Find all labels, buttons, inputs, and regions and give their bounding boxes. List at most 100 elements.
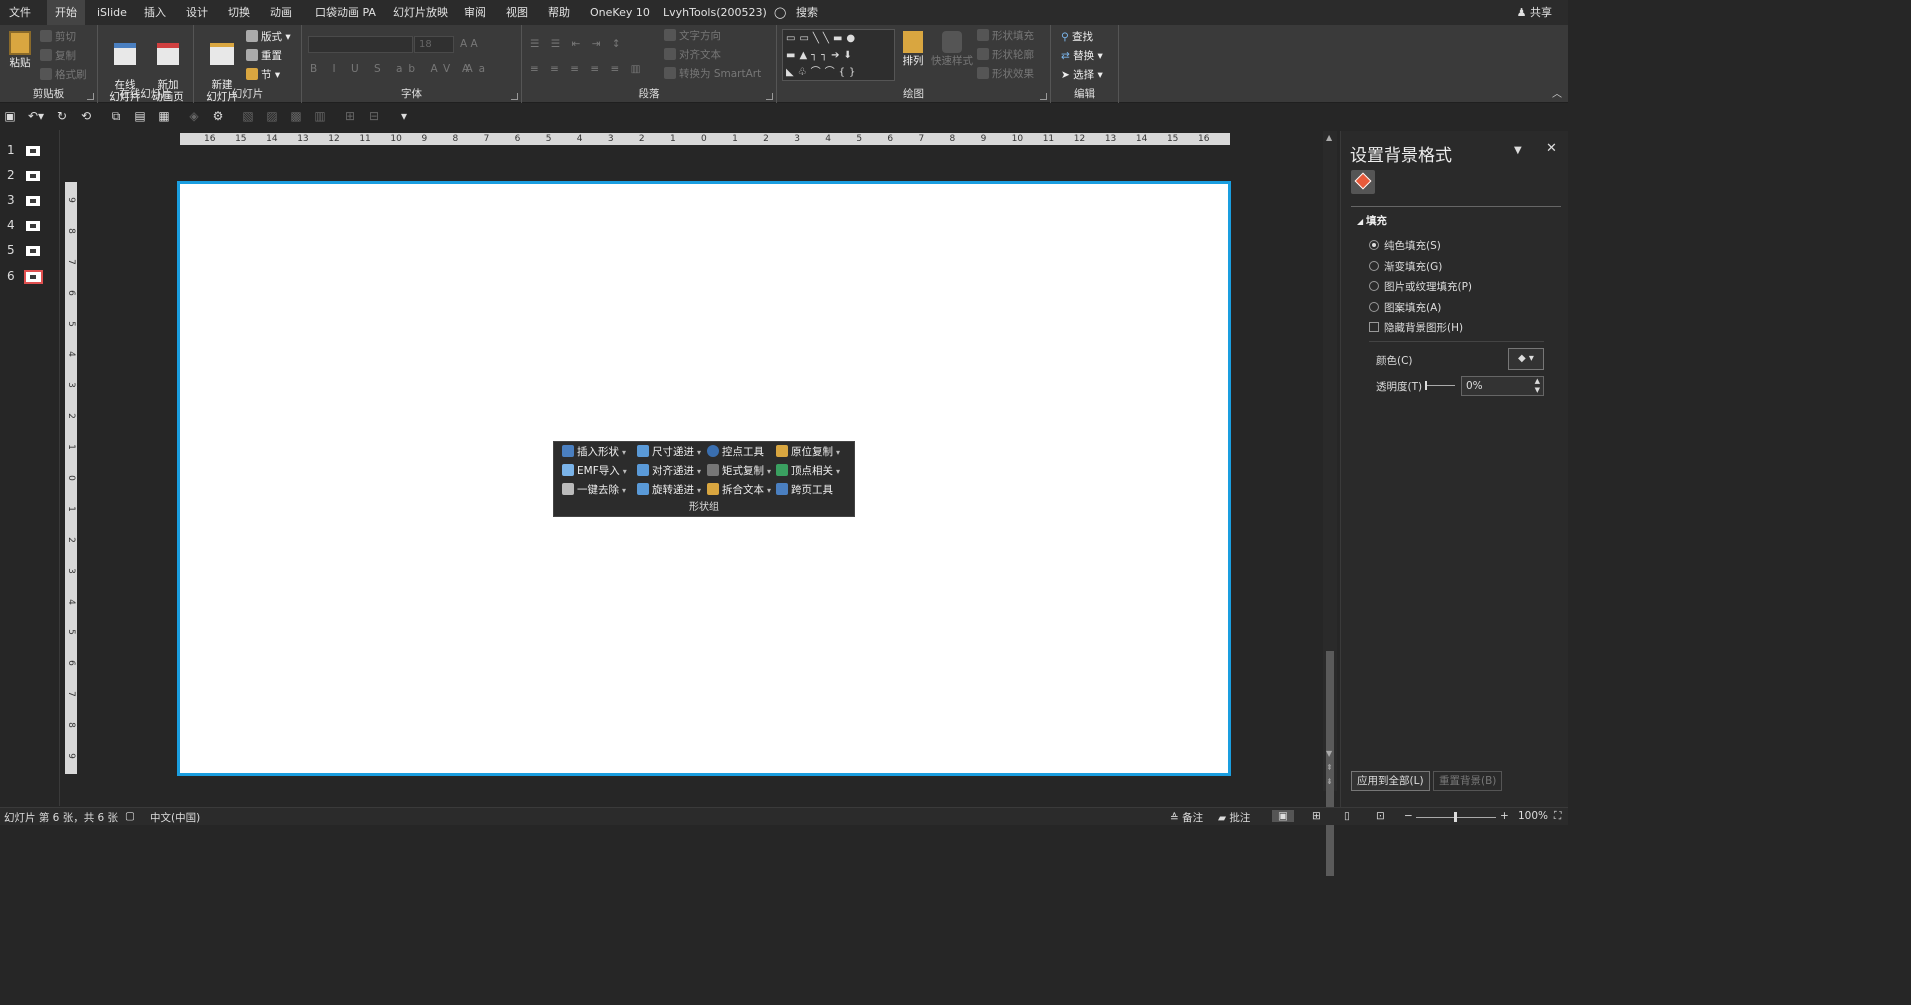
shape-outline-button[interactable]: 形状轮廓 [977,47,1034,63]
smartart-button[interactable]: 转换为 SmartArt [664,66,761,82]
align-buttons[interactable]: ≡ ≡ ≡ ≡ ≡ ▥ [530,61,645,77]
pattern-fill-option[interactable]: 图案填充(A) [1369,300,1441,315]
pattern-fill-radio[interactable] [1369,302,1379,312]
thumbnail-1[interactable]: 1 [0,140,58,162]
shapes-gallery[interactable]: ▭▭╲╲▬● ▬▲┐┐➔⬇ ◣♧⌒⌒{} [782,29,895,81]
textbox-icon[interactable]: ▤ [132,108,148,124]
emf-import-button[interactable]: EMF导入 ▾ [562,463,627,480]
ungroup-icon[interactable]: ⊟ [366,108,382,124]
reset-background-button[interactable]: 重置背景(B) [1433,771,1503,791]
zoom-level[interactable]: 100% [1518,810,1548,822]
handle-tool-button[interactable]: 控点工具 [707,444,764,461]
reading-view-icon[interactable]: ▯ [1344,810,1350,822]
copy-button[interactable]: 复制 [40,48,76,64]
language-indicator[interactable]: 中文(中国) [150,810,200,825]
new-slide-qat-icon[interactable]: ⧉ [108,108,124,124]
fill-section-header[interactable]: ◢ 填充 [1357,213,1387,228]
align-text-button[interactable]: 对齐文本 [664,47,721,63]
tab-pocket-animation[interactable]: 口袋动画 PA [315,0,376,25]
gradient-fill-radio[interactable] [1369,261,1379,271]
tab-slideshow[interactable]: 幻灯片放映 [393,0,448,25]
redo-icon[interactable]: ↻ [54,108,70,124]
tab-search[interactable]: 搜索 [796,0,818,25]
font-launcher-icon[interactable] [511,93,518,100]
cross-page-tool-button[interactable]: 跨页工具 [776,482,833,499]
section-button[interactable]: 节 ▾ [246,67,280,83]
tab-animations[interactable]: 动画 [270,0,292,25]
spellcheck-icon[interactable]: ▢ [125,810,135,822]
thumbnail-2[interactable]: 2 [0,165,58,187]
tab-insert[interactable]: 插入 [144,0,166,25]
tab-view[interactable]: 视图 [506,0,528,25]
thumbnail-4[interactable]: 4 [0,215,58,237]
image-icon[interactable]: ▦ [156,108,172,124]
zoom-slider-thumb[interactable] [1454,812,1457,822]
hide-background-option[interactable]: 隐藏背景图形(H) [1369,320,1463,335]
thumbnail-6[interactable]: 6 [0,266,58,288]
font-color-icon[interactable]: A [462,61,469,77]
tab-design[interactable]: 设计 [186,0,208,25]
vertex-related-button[interactable]: 顶点相关 ▾ [776,463,840,480]
insert-shape-button[interactable]: 插入形状 ▾ [562,444,626,461]
font-grow-icon[interactable]: A A [460,36,478,52]
customize-qat-icon[interactable]: ▾ [396,108,412,124]
font-size-combo[interactable]: 18 [414,36,454,53]
layout-button[interactable]: 版式 ▾ [246,29,291,45]
clipboard-launcher-icon[interactable] [87,93,94,100]
one-click-remove-button[interactable]: 一键去除 ▾ [562,482,626,499]
notes-button[interactable]: ≙ 备注 [1170,810,1203,825]
text-direction-button[interactable]: 文字方向 [664,28,721,44]
scroll-down-icon[interactable]: ▼ [1326,749,1332,758]
paste-button[interactable]: 粘贴 [6,31,34,69]
shape-fill-button[interactable]: 形状填充 [977,28,1034,44]
prev-slide-icon[interactable]: ⇞ [1326,763,1333,772]
size-progression-button[interactable]: 尺寸递进 ▾ [637,444,701,461]
tab-help[interactable]: 帮助 [548,0,570,25]
in-place-copy-button[interactable]: 原位复制 ▾ [776,444,840,461]
picture-fill-option[interactable]: 图片或纹理填充(P) [1369,279,1472,294]
bring-front-icon[interactable]: ▩ [288,108,304,124]
send-back-icon[interactable]: ▥ [312,108,328,124]
slide-sorter-icon[interactable]: ⊞ [1312,810,1321,822]
spinner-icon[interactable]: ▲ ▼ [1535,377,1540,395]
horizontal-ruler[interactable]: 16 15 14 13 12 11 10 9 8 7 6 5 4 3 2 1 0 1 2 3 4 5 6 7 8 9 10 11 12 1… [180,133,1230,145]
fill-tab[interactable] [1351,170,1375,194]
drawing-launcher-icon[interactable] [1040,93,1047,100]
gradient-fill-option[interactable]: 渐变填充(G) [1369,259,1442,274]
font-name-combo[interactable] [308,36,413,53]
tab-transitions[interactable]: 切换 [228,0,250,25]
paragraph-launcher-icon[interactable] [766,93,773,100]
format-painter-button[interactable]: 格式刷 [40,67,87,83]
zoom-in-icon[interactable]: + [1500,810,1509,822]
tab-review[interactable]: 审阅 [464,0,486,25]
list-buttons[interactable]: ☰ ☰ ⇤ ⇥ ↕ [530,36,625,52]
thumbnail-3[interactable]: 3 [0,190,58,212]
hide-background-checkbox[interactable] [1369,322,1379,332]
arrange-button[interactable]: 排列 [899,31,927,67]
color-picker-button[interactable]: ◆ ▾ [1508,348,1544,370]
send-backward-icon[interactable]: ▨ [264,108,280,124]
close-icon[interactable]: ✕ [1546,141,1557,156]
cut-button[interactable]: 剪切 [40,29,76,45]
zoom-out-icon[interactable]: − [1404,810,1413,822]
comments-button[interactable]: ▰ 批注 [1218,810,1250,825]
solid-fill-option[interactable]: 纯色填充(S) [1369,238,1441,253]
slideshow-start-icon[interactable]: ⟲ [78,108,94,124]
align-progression-button[interactable]: 对齐递进 ▾ [637,463,701,480]
select-button[interactable]: ➤ 选择 ▾ [1061,67,1103,83]
tab-home[interactable]: 开始 [47,0,85,25]
tab-file[interactable]: 文件 [9,0,31,25]
tab-lvyhtools[interactable]: LvyhTools(200523) [663,0,767,25]
collapse-ribbon-icon[interactable]: ︿ [1552,85,1562,100]
transparency-slider[interactable] [1425,381,1455,390]
solid-fill-radio[interactable] [1369,240,1379,250]
find-button[interactable]: ⚲ 查找 [1061,29,1093,45]
group-icon[interactable]: ⊞ [342,108,358,124]
matrix-copy-button[interactable]: 矩式复制 ▾ [707,463,771,480]
save-icon[interactable]: ▣ [2,108,18,124]
pane-options-icon[interactable]: ▼ [1514,145,1522,156]
picture-fill-radio[interactable] [1369,281,1379,291]
shape-effects-button[interactable]: 形状效果 [977,66,1034,82]
shape-tool-icon[interactable]: ◈ [186,108,202,124]
fit-to-window-icon[interactable]: ⛶ [1554,810,1561,823]
